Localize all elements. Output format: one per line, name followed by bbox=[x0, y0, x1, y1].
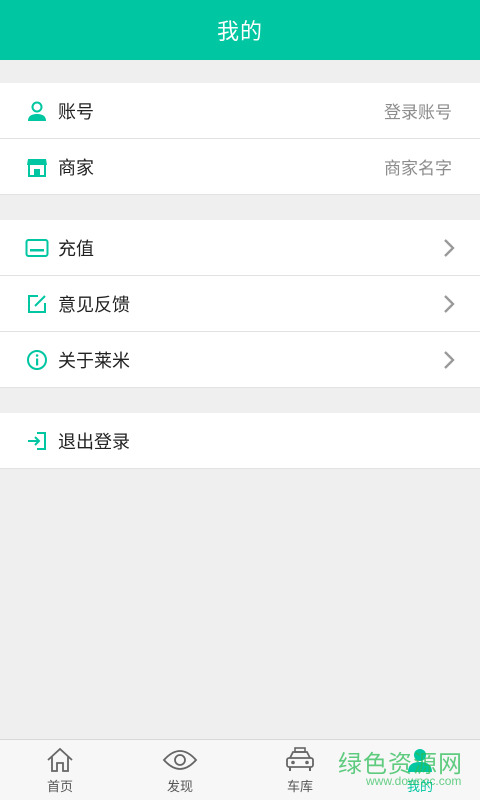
tab-garage[interactable]: 车库 bbox=[240, 740, 360, 800]
page-title: 我的 bbox=[216, 20, 263, 45]
account-label: 账号 bbox=[58, 101, 94, 123]
about-row[interactable]: 关于莱米 bbox=[0, 332, 480, 388]
chevron-right-icon bbox=[442, 294, 456, 314]
recharge-row[interactable]: 充值 bbox=[0, 220, 480, 276]
account-row[interactable]: 账号 登录账号 bbox=[0, 83, 480, 139]
shop-icon bbox=[25, 155, 49, 179]
recharge-label: 充值 bbox=[58, 238, 94, 260]
edit-icon bbox=[25, 292, 49, 316]
account-group: 账号 登录账号 商家 商家名字 bbox=[0, 83, 480, 195]
feedback-row[interactable]: 意见反馈 bbox=[0, 276, 480, 332]
tab-garage-label: 车库 bbox=[286, 780, 313, 795]
info-icon bbox=[25, 348, 49, 372]
logout-label: 退出登录 bbox=[58, 431, 130, 453]
person-icon bbox=[402, 746, 438, 774]
eye-icon bbox=[162, 746, 198, 774]
tab-mine[interactable]: 我的 bbox=[360, 740, 480, 800]
tab-discover-label: 发现 bbox=[166, 780, 193, 795]
merchant-row[interactable]: 商家 商家名字 bbox=[0, 139, 480, 195]
home-icon bbox=[42, 746, 78, 774]
merchant-label: 商家 bbox=[58, 157, 94, 179]
user-icon bbox=[25, 99, 49, 123]
top-bar: 我的 bbox=[0, 0, 480, 60]
car-icon bbox=[282, 746, 318, 774]
tab-home-label: 首页 bbox=[46, 780, 73, 795]
bottom-tab-bar: 首页 发现 车库 我的 bbox=[0, 739, 480, 800]
tab-discover[interactable]: 发现 bbox=[120, 740, 240, 800]
feedback-label: 意见反馈 bbox=[58, 294, 130, 316]
logout-row[interactable]: 退出登录 bbox=[0, 413, 480, 469]
logout-icon bbox=[25, 429, 49, 453]
chevron-right-icon bbox=[442, 238, 456, 258]
tab-mine-label: 我的 bbox=[406, 780, 433, 795]
chevron-right-icon bbox=[442, 350, 456, 370]
merchant-value: 商家名字 bbox=[384, 159, 452, 179]
account-value: 登录账号 bbox=[384, 103, 452, 123]
tab-home[interactable]: 首页 bbox=[0, 740, 120, 800]
about-label: 关于莱米 bbox=[58, 350, 130, 372]
card-icon bbox=[25, 236, 49, 260]
menu-group: 充值 意见反馈 关于莱米 bbox=[0, 220, 480, 388]
logout-group: 退出登录 bbox=[0, 413, 480, 469]
